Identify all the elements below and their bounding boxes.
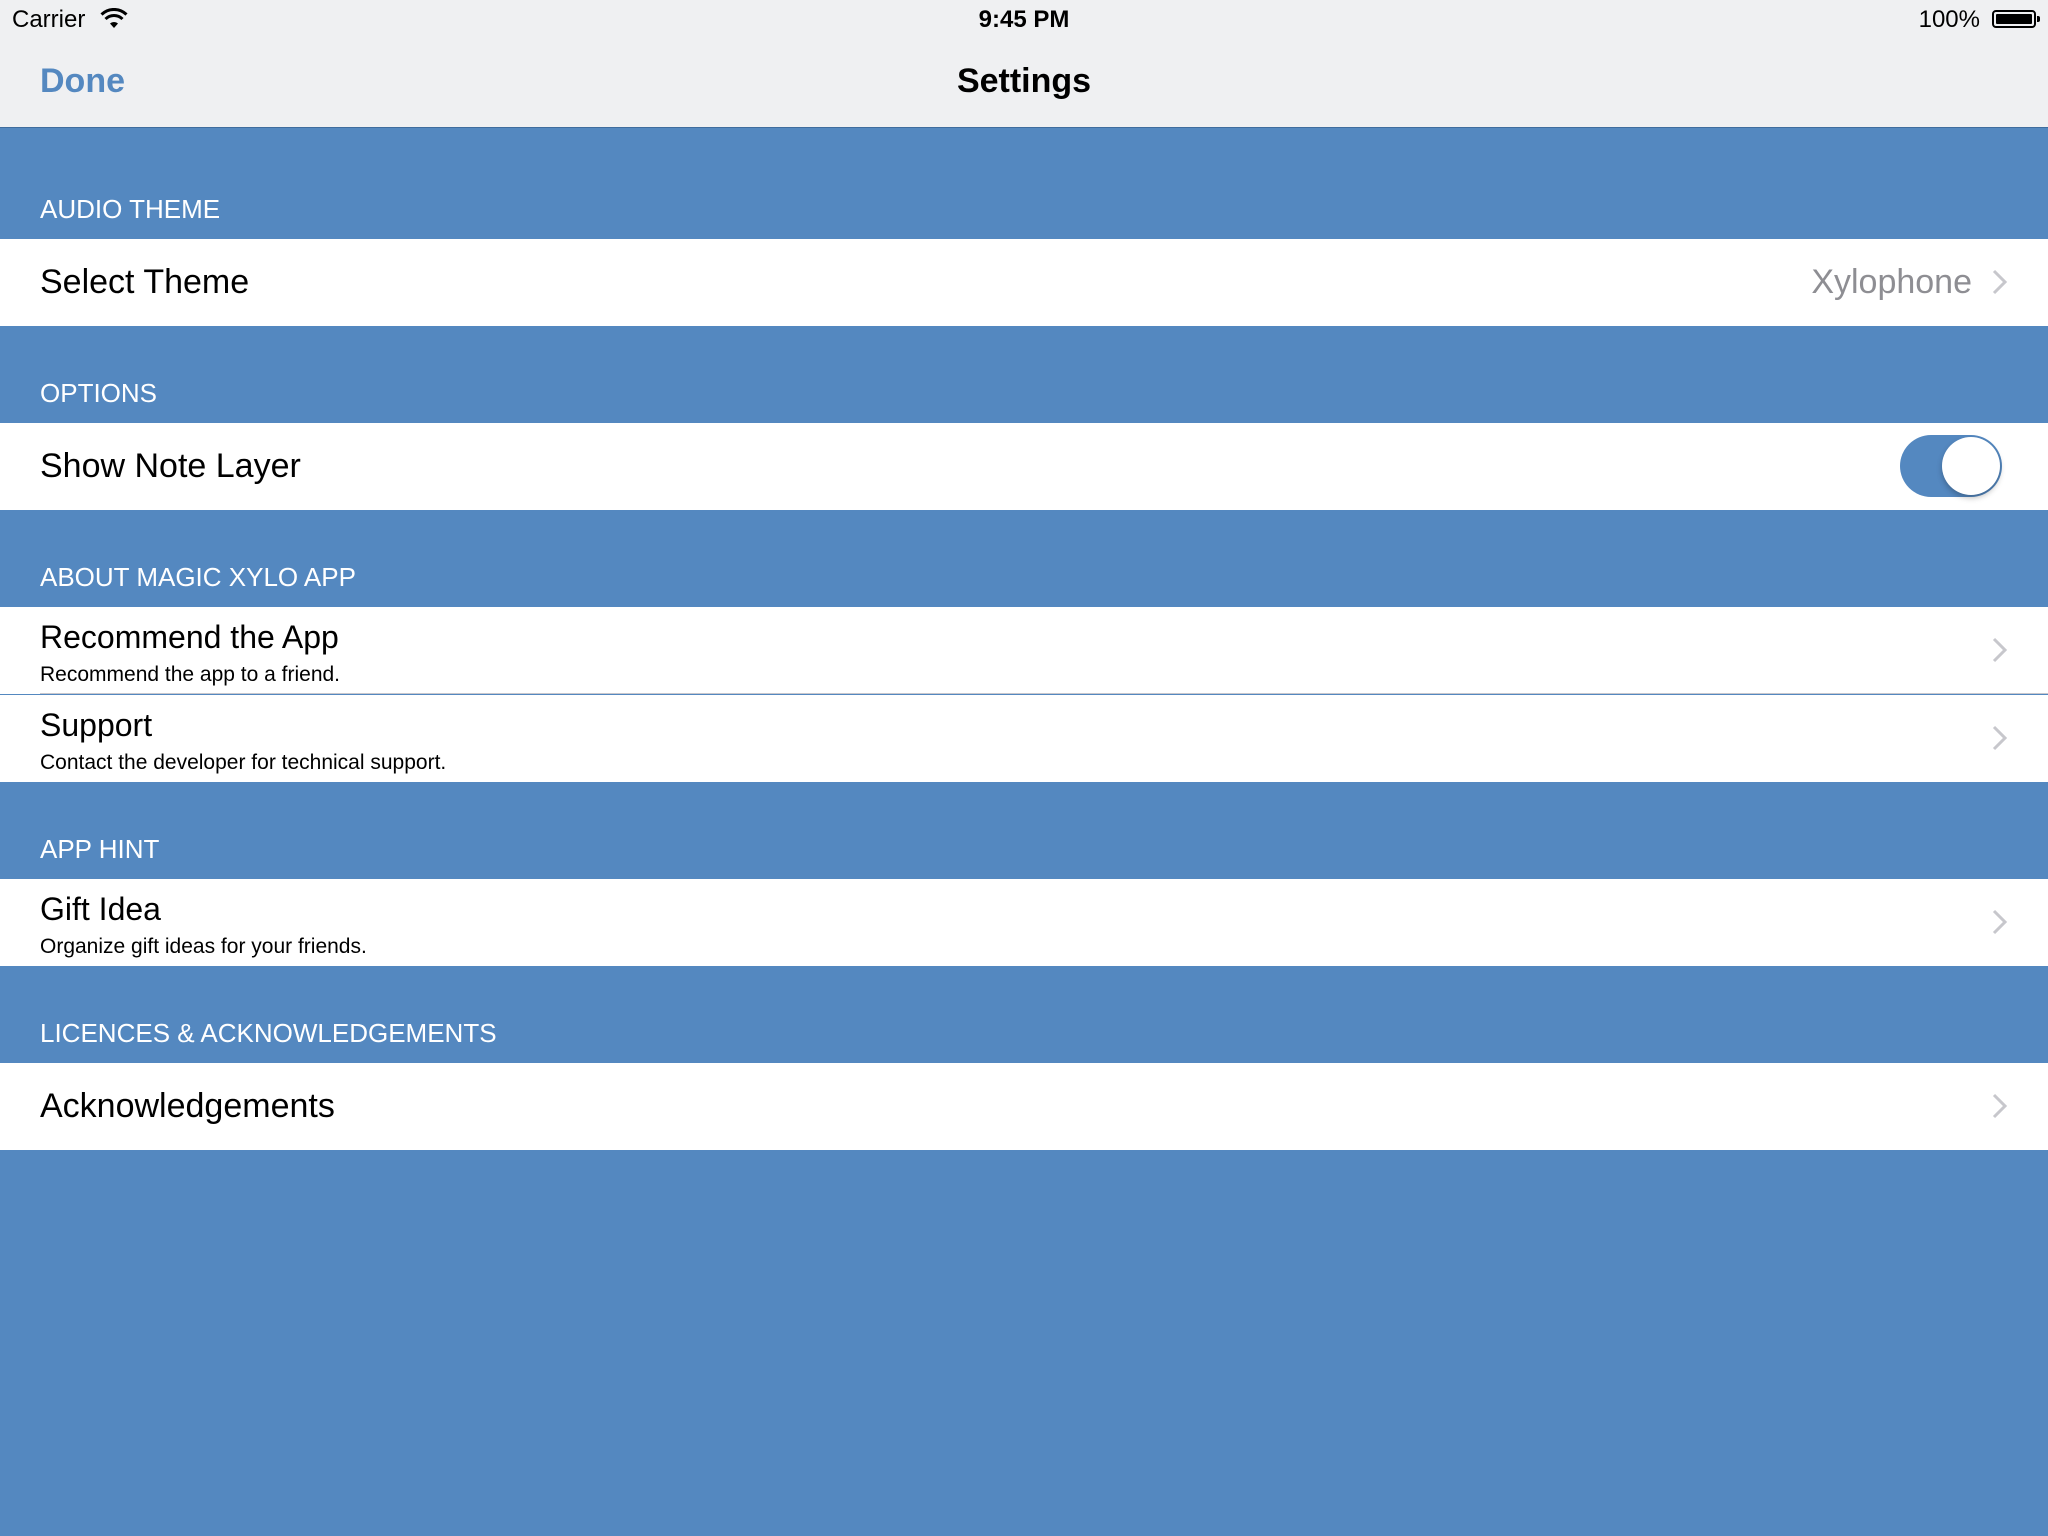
section-header-licences: LICENCES & ACKNOWLEDGEMENTS (0, 966, 2048, 1063)
acknowledgements-row[interactable]: Acknowledgements (0, 1063, 2048, 1150)
battery-icon (1992, 10, 2040, 28)
support-row[interactable]: Support Contact the developer for techni… (0, 695, 2048, 782)
row-label: Acknowledgements (40, 1087, 335, 1125)
chevron-right-icon (1992, 725, 2008, 751)
section-header-about: ABOUT MAGIC XYLO APP (0, 510, 2048, 607)
battery-percentage: 100% (1918, 6, 1980, 33)
section-header-options: OPTIONS (0, 326, 2048, 423)
show-note-layer-row: Show Note Layer (0, 423, 2048, 510)
page-title: Settings (956, 62, 1092, 100)
gift-idea-row[interactable]: Gift Idea Organize gift ideas for your f… (0, 879, 2048, 966)
row-label: Show Note Layer (40, 447, 301, 485)
section-header-label: OPTIONS (40, 378, 158, 408)
row-subtitle: Contact the developer for technical supp… (40, 751, 447, 774)
chevron-right-icon (1992, 1093, 2008, 1119)
row-label: Support (40, 707, 153, 743)
section-header-app-hint: APP HINT (0, 782, 2048, 879)
section-header-label: APP HINT (40, 834, 160, 864)
row-subtitle: Organize gift ideas for your friends. (40, 935, 367, 958)
navigation-bar: Done Settings (0, 40, 2048, 128)
row-label: Recommend the App (40, 619, 339, 655)
chevron-right-icon (1992, 637, 2008, 663)
section-header-label: ABOUT MAGIC XYLO APP (40, 562, 356, 592)
section-header-label: LICENCES & ACKNOWLEDGEMENTS (40, 1018, 497, 1048)
recommend-app-row[interactable]: Recommend the App Recommend the app to a… (0, 607, 2048, 694)
clock: 9:45 PM (978, 6, 1070, 33)
section-header-audio-theme: AUDIO THEME (0, 128, 2048, 239)
show-note-layer-toggle[interactable] (1900, 435, 2002, 497)
toggle-knob (1942, 437, 2000, 495)
row-subtitle: Recommend the app to a friend. (40, 663, 341, 686)
selected-theme-value: Xylophone (1811, 263, 1972, 301)
row-label: Gift Idea (40, 891, 161, 927)
chevron-right-icon (1992, 269, 2008, 295)
select-theme-row[interactable]: Select Theme Xylophone (0, 239, 2048, 326)
section-header-label: AUDIO THEME (40, 194, 221, 224)
status-bar: Carrier 9:45 PM 100% (0, 0, 2048, 40)
chevron-right-icon (1992, 909, 2008, 935)
done-button[interactable]: Done (40, 62, 125, 101)
row-label: Select Theme (40, 263, 250, 301)
row-separator (40, 693, 2048, 694)
